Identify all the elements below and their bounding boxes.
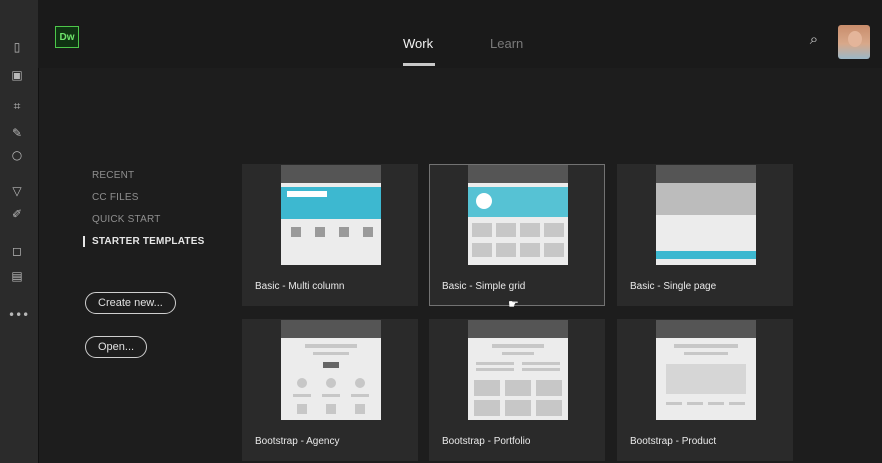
create-new-button[interactable]: Create new... <box>85 292 176 314</box>
tab-work[interactable]: Work <box>403 36 433 51</box>
mouse-cursor-icon: ☛ <box>508 297 519 311</box>
template-thumbnail <box>656 165 756 265</box>
template-thumbnail <box>468 320 568 420</box>
template-label: Basic - Simple grid <box>442 281 526 292</box>
search-icon[interactable]: ⌕ <box>803 31 825 53</box>
start-menu: RECENT CC FILES QUICK START STARTER TEMP… <box>83 170 242 258</box>
file-icon[interactable]: ▯ <box>8 40 26 54</box>
menu-quick-start[interactable]: QUICK START <box>92 214 242 225</box>
menu-cc-files[interactable]: CC FILES <box>92 192 242 203</box>
template-thumbnail <box>656 320 756 420</box>
top-bar: Dw Work Learn ⌕ <box>38 0 882 68</box>
filter-icon[interactable]: ▽ <box>8 184 26 198</box>
template-label: Basic - Multi column <box>255 281 345 292</box>
template-card-basic-simple-grid[interactable]: Basic - Simple grid <box>429 164 605 306</box>
chat-icon[interactable]: ◻ <box>8 244 26 258</box>
panel-icon[interactable]: ▤ <box>8 269 26 283</box>
template-label: Bootstrap - Portfolio <box>442 436 531 447</box>
app-logo: Dw <box>55 26 79 48</box>
pen-icon[interactable]: ✎ <box>8 126 26 140</box>
template-label: Bootstrap - Agency <box>255 436 340 447</box>
avatar[interactable] <box>838 25 870 59</box>
tab-learn[interactable]: Learn <box>490 36 523 51</box>
template-card-bootstrap-agency[interactable]: Bootstrap - Agency <box>242 319 418 461</box>
template-label: Basic - Single page <box>630 281 717 292</box>
template-thumbnail <box>281 320 381 420</box>
template-card-basic-single-page[interactable]: Basic - Single page <box>617 164 793 306</box>
template-thumbnail <box>281 165 381 265</box>
template-label: Bootstrap - Product <box>630 436 717 447</box>
menu-starter-templates[interactable]: STARTER TEMPLATES <box>83 236 242 247</box>
folder-icon[interactable]: ▣ <box>8 68 26 82</box>
template-thumbnail <box>468 165 568 265</box>
template-card-basic-multi-column[interactable]: Basic - Multi column <box>242 164 418 306</box>
code-icon[interactable]: ⌗ <box>8 99 26 113</box>
active-tab-indicator <box>403 63 435 66</box>
open-button[interactable]: Open... <box>85 336 148 358</box>
more-icon[interactable]: ••• <box>8 308 29 322</box>
menu-recent[interactable]: RECENT <box>92 170 242 181</box>
template-card-bootstrap-portfolio[interactable]: Bootstrap - Portfolio <box>429 319 605 461</box>
edit-icon[interactable]: ✐ <box>8 207 26 221</box>
circle-icon[interactable]: ○ <box>8 148 26 162</box>
tool-rail: ▯ ▣ ⌗ ✎ ○ ▽ ✐ ◻ ▤ ••• <box>0 0 39 463</box>
template-card-bootstrap-product[interactable]: Bootstrap - Product <box>617 319 793 461</box>
